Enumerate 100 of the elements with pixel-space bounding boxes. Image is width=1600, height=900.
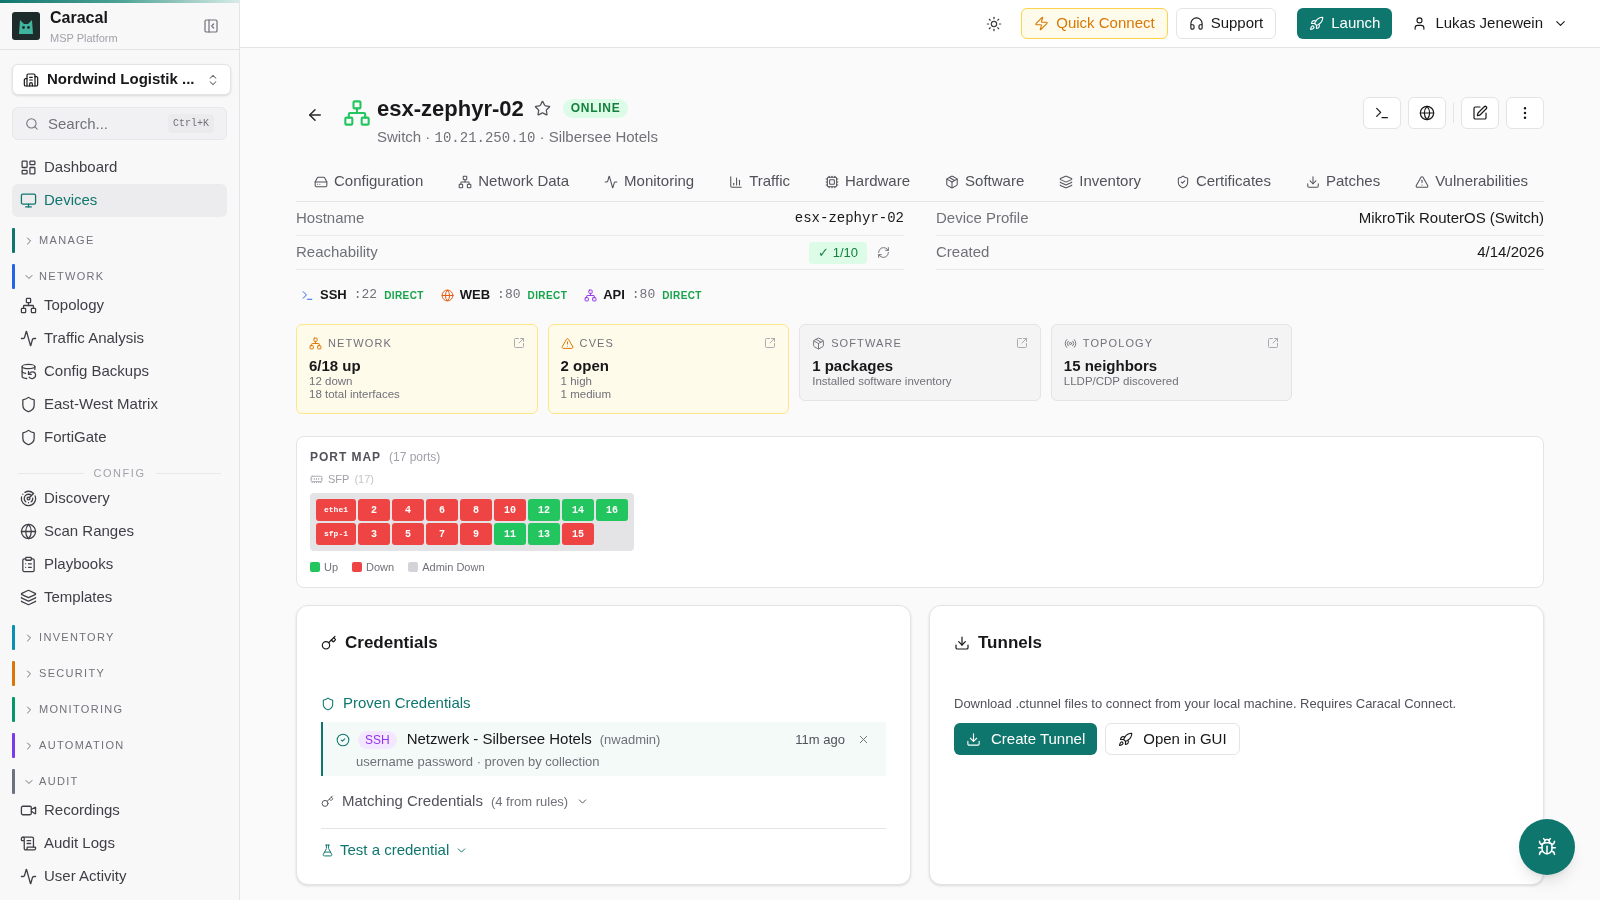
nav-item[interactable]: Scan Ranges	[12, 515, 227, 548]
rocket-icon	[1309, 16, 1325, 31]
switch-port: 6	[426, 499, 458, 521]
tab[interactable]: Vulnerabilities	[1403, 164, 1540, 201]
nav-section-toggle[interactable]: AUDIT	[12, 769, 79, 794]
nav-section-toggle[interactable]: NETWORK	[12, 264, 105, 289]
connection-mode: DIRECT	[662, 288, 702, 303]
web-button[interactable]	[1408, 97, 1446, 129]
sun-icon[interactable]	[986, 15, 1003, 32]
refresh-icon[interactable]	[877, 246, 890, 259]
download-icon	[954, 635, 970, 651]
external-link-icon[interactable]	[764, 337, 777, 349]
toolbar-button[interactable]: Launch	[1297, 8, 1393, 39]
nav-item[interactable]: FortiGate	[12, 421, 227, 454]
test-credential-toggle[interactable]: Test a credential	[321, 840, 469, 860]
network-icon	[20, 297, 37, 314]
nav-section-toggle[interactable]: MONITORING	[12, 697, 124, 722]
clipboard-icon	[20, 556, 37, 573]
shield-icon	[321, 696, 335, 711]
card-detail: 12 down	[309, 375, 354, 388]
nav-item[interactable]: User Activity	[12, 860, 227, 893]
nav-item[interactable]: Audit Logs	[12, 827, 227, 860]
nav-item[interactable]: Traffic Analysis	[12, 322, 227, 355]
property-value: esx-zephyr-02	[794, 209, 904, 228]
shortcut-hint: Ctrl+K	[168, 114, 214, 133]
tab[interactable]: Software	[933, 164, 1037, 201]
scroll-icon	[20, 835, 37, 852]
card-value: 6/18 up	[309, 356, 362, 375]
dashboard-icon	[20, 159, 37, 176]
property-label: Reachability	[296, 242, 378, 263]
tab[interactable]: Patches	[1293, 164, 1393, 201]
debug-button[interactable]	[1519, 819, 1575, 875]
pulse-icon	[604, 174, 619, 189]
edit-button[interactable]	[1461, 97, 1499, 129]
card-detail: 18 total interfaces	[309, 388, 401, 401]
switch-port: 7	[426, 523, 458, 545]
organization-selector[interactable]: Nordwind Logistik ...	[12, 64, 231, 95]
port-group-label: SFP	[328, 471, 350, 487]
terminal-button[interactable]	[1363, 97, 1401, 129]
tab[interactable]: Certificates	[1163, 164, 1283, 201]
user-icon	[1412, 16, 1428, 31]
package-icon	[945, 174, 960, 189]
card-value: 1 packages	[812, 356, 895, 375]
matching-credentials-toggle[interactable]: Matching Credentials (4 from rules)	[321, 791, 590, 812]
tunnel-button[interactable]: Create Tunnel	[954, 723, 1098, 755]
credential-name: Netzwerk - Silbersee Hotels	[406, 729, 592, 750]
globe-icon	[1419, 105, 1435, 121]
panel-left-icon[interactable]	[203, 18, 219, 34]
nav-section-toggle[interactable]: MANAGE	[12, 228, 95, 253]
card-detail: Installed software inventory	[812, 375, 953, 388]
network-icon	[309, 336, 322, 350]
switch-port: 4	[392, 499, 424, 521]
nav-item[interactable]: Config Backups	[12, 355, 227, 388]
nav-item[interactable]: Devices	[12, 184, 227, 217]
globe-icon	[440, 288, 454, 302]
nav-item[interactable]: East-West Matrix	[12, 388, 227, 421]
nav-item[interactable]: Dashboard	[12, 151, 227, 184]
device-title: esx-zephyr-02	[377, 94, 524, 123]
connection-mode: DIRECT	[384, 288, 424, 303]
building-icon	[23, 71, 39, 88]
switch-port: 5	[392, 523, 424, 545]
warning-icon	[1415, 174, 1430, 189]
chip-icon	[825, 174, 839, 189]
tab[interactable]: Traffic	[717, 164, 802, 201]
external-link-icon[interactable]	[512, 337, 525, 349]
tab[interactable]: Inventory	[1047, 164, 1153, 201]
close-icon[interactable]	[857, 733, 870, 746]
tab[interactable]: Configuration	[302, 164, 436, 201]
nav-item[interactable]: Recordings	[12, 794, 227, 827]
tab[interactable]: Monitoring	[592, 164, 707, 201]
switch-port: 13	[528, 523, 560, 545]
nav-section-toggle[interactable]: AUTOMATION	[12, 733, 125, 758]
external-link-icon[interactable]	[1267, 337, 1280, 349]
card-label: NETWORK	[328, 335, 392, 351]
toolbar-button[interactable]: Support	[1175, 8, 1277, 39]
shield-icon	[20, 429, 37, 446]
tab[interactable]: Network Data	[446, 164, 582, 201]
legend-label: Up	[324, 559, 339, 575]
user-menu[interactable]: Lukas Jenewein	[1404, 8, 1576, 39]
card-label: CVES	[579, 335, 614, 351]
logo-icon	[12, 12, 40, 40]
nav-item[interactable]: Discovery	[12, 482, 227, 515]
rocket-icon	[1118, 731, 1134, 747]
switch-port: 15	[562, 523, 594, 545]
switch-port: 9	[460, 523, 492, 545]
search-icon	[25, 116, 39, 131]
tunnel-button[interactable]: Open in GUI	[1105, 723, 1240, 755]
star-icon[interactable]	[533, 99, 551, 117]
card-title: Credentials	[345, 632, 438, 654]
key-icon	[321, 795, 334, 808]
tab[interactable]: Hardware	[813, 164, 923, 201]
nav-item[interactable]: Templates	[12, 581, 227, 614]
nav-item[interactable]: Playbooks	[12, 548, 227, 581]
nav-section-toggle[interactable]: SECURITY	[12, 661, 106, 686]
legend-label: Admin Down	[422, 559, 485, 575]
nav-section-toggle[interactable]: INVENTORY	[12, 625, 115, 650]
nav-item[interactable]: Topology	[12, 289, 227, 322]
external-link-icon[interactable]	[1015, 337, 1028, 349]
shield-icon	[20, 396, 37, 413]
port-count: (17 ports)	[389, 449, 441, 466]
